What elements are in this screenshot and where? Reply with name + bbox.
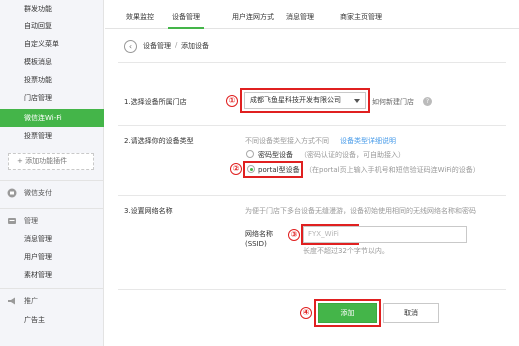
annotation-2: ② [230,163,242,175]
sidebar-divider [0,180,104,181]
device-type-doc-link[interactable]: 设备类型详细说明 [340,136,396,146]
cancel-button[interactable]: 取消 [383,303,439,323]
tab-effect-monitoring[interactable]: 效果监控 [118,9,162,29]
divider [118,62,506,63]
tab-device-management[interactable]: 设备管理 [168,9,204,29]
sidebar-item-template-message[interactable]: 模板消息 [0,53,104,71]
sidebar: 群发功能 自动回复 自定义菜单 模板消息 投票功能 门店管理 微信连Wi-Fi … [0,0,104,346]
ssid-input[interactable]: FYX_WiFi [303,226,467,243]
sidebar-divider [0,208,104,209]
ssid-field-label: 网络名称 [245,230,273,238]
new-store-link[interactable]: 如何新建门店 [372,97,414,107]
sidebar-group-promotion: 推广 [0,292,104,310]
wallet-icon [7,188,17,198]
breadcrumb-parent[interactable]: 设备管理 [143,41,171,51]
sidebar-item-mass-send[interactable]: 群发功能 [0,0,104,18]
ssid-roaming-hint: 为便于门店下多台设备无缝漫游，设备初始使用相同的无线网络名称和密码 [245,207,476,215]
sidebar-item-auto-reply[interactable]: 自动回复 [0,17,104,35]
ssid-field-sublabel: (SSID) [245,240,267,248]
annotation-4: ④ [300,307,312,319]
add-plugin-button[interactable]: + 添加功能插件 [8,153,94,170]
tab-connection-method[interactable]: 用户连网方式 [226,9,280,29]
tab-message-management[interactable]: 消息管理 [282,9,318,29]
sidebar-group-manage: 管理 [0,212,104,230]
sidebar-item-vote[interactable]: 投票功能 [0,71,104,89]
sidebar-item-message-management[interactable]: 消息管理 [0,230,104,248]
sidebar-item-advertiser[interactable]: 广告主 [0,311,104,329]
divider [118,125,506,126]
step3-label: 3.设置网络名称 [124,207,173,215]
sidebar-item-label: 投票管理 [24,132,52,140]
step2-label: 2.请选择你的设备类型 [124,137,194,145]
sidebar-item-label: 模板消息 [24,58,52,66]
annotation-1: ① [226,95,238,107]
back-arrow-icon[interactable]: ‹ [124,40,137,53]
step1-label: 1.选择设备所属门店 [124,98,187,106]
sidebar-item-label: 广告主 [24,316,45,324]
radio-portal-device[interactable] [247,165,255,173]
sidebar-item-custom-menu[interactable]: 自定义菜单 [0,35,104,53]
sidebar-item-material-management[interactable]: 素材管理 [0,266,104,284]
sidebar-item-label: 用户管理 [24,253,52,261]
help-icon[interactable]: ? [423,97,432,106]
portal-device-desc: （在portal页上输入手机号和短信验证码连WiFi的设备） [305,166,480,174]
radio-password-device[interactable] [246,150,254,158]
sidebar-item-vote-management[interactable]: 投票管理 [0,127,104,145]
ssid-length-hint: 长度不超过32个字节以内。 [303,247,389,255]
sidebar-item-wifi[interactable]: 微信连Wi-Fi [0,109,104,127]
breadcrumb-separator: / [175,41,178,49]
add-button[interactable]: 添加 [318,303,377,323]
ssid-input-value: FYX_WiFi [308,230,339,238]
sidebar-item-label: 自动回复 [24,22,52,30]
sidebar-group-title: 推广 [24,297,38,305]
sidebar-item-user-management[interactable]: 用户管理 [0,248,104,266]
sidebar-item-label: 素材管理 [24,271,52,279]
annotation-3: ③ [288,229,300,241]
sidebar-item-label: 投票功能 [24,76,52,84]
sidebar-item-label: 微信连Wi-Fi [24,114,62,122]
tab-merchant-homepage[interactable]: 商家主页管理 [334,9,388,29]
portal-device-label: portal型设备 [258,166,300,174]
password-device-desc: （密码认证的设备，可自助接入） [300,151,405,159]
breadcrumb-current: 添加设备 [181,42,209,50]
sidebar-group-wechat-pay[interactable]: 微信支付 [0,184,104,202]
sidebar-divider [0,288,104,289]
divider [118,195,506,196]
sidebar-group-title: 微信支付 [24,189,52,197]
device-type-hint: 不同设备类型接入方式不同 [245,137,329,145]
sidebar-item-store-management[interactable]: 门店管理 [0,89,104,107]
manage-icon [8,218,16,224]
sidebar-item-label: 自定义菜单 [24,40,59,48]
sidebar-group-title: 管理 [24,217,38,225]
sidebar-item-label: 消息管理 [24,235,52,243]
megaphone-icon [8,297,15,305]
sidebar-item-label: 群发功能 [24,5,52,13]
password-device-label: 密码型设备 [258,151,293,159]
sidebar-item-label: 门店管理 [24,94,52,102]
divider [118,289,506,290]
annotation-box-store [240,88,370,113]
